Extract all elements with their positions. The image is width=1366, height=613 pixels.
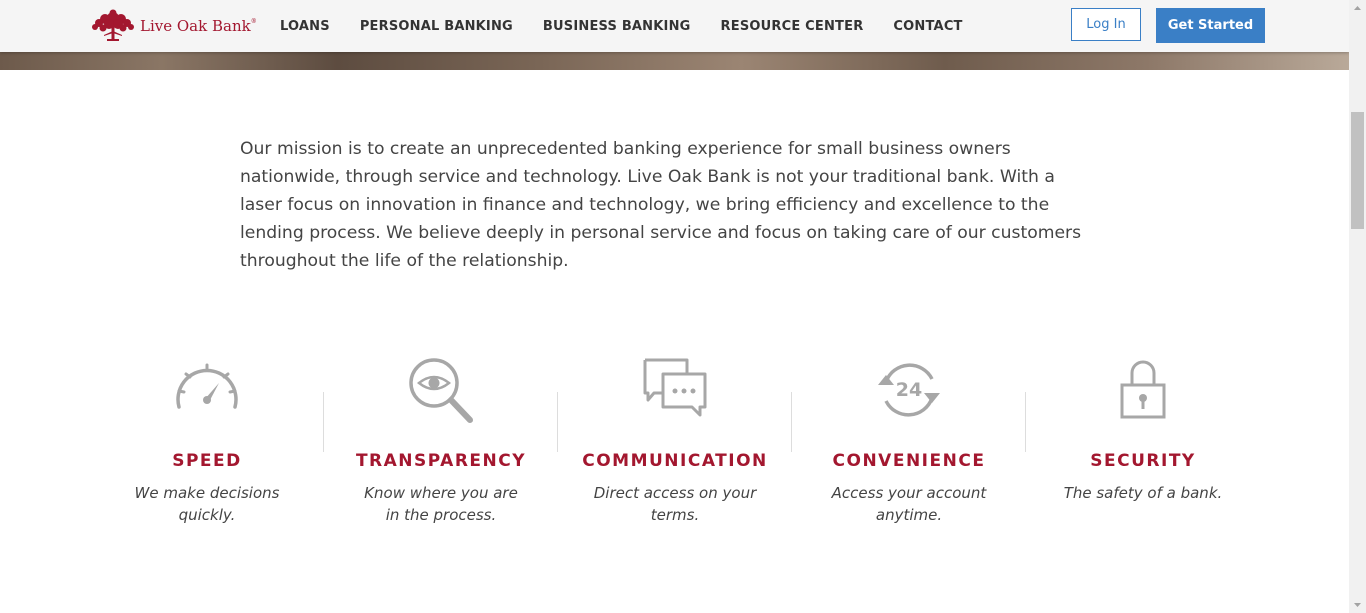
scroll-up-arrow-icon[interactable] bbox=[1349, 0, 1366, 17]
feature-desc: The safety of a bank. bbox=[1063, 484, 1223, 502]
feature-title: CONVENIENCE bbox=[832, 451, 986, 471]
nav-personal-banking[interactable]: PERSONAL BANKING bbox=[360, 19, 513, 34]
get-started-button[interactable]: Get Started bbox=[1156, 8, 1265, 43]
feature-title: SECURITY bbox=[1090, 451, 1196, 471]
feature-title: COMMUNICATION bbox=[582, 451, 768, 471]
feature-desc: Direct access on your terms. bbox=[593, 484, 757, 524]
feature-desc: Access your account anytime. bbox=[831, 484, 987, 524]
padlock-icon bbox=[1120, 360, 1166, 419]
page: Live Oak Bank® LOANS PERSONAL BANKING BU… bbox=[0, 0, 1349, 613]
feature-security: SECURITY The safety of a bank. bbox=[1026, 355, 1260, 535]
features-row: SPEED We make decisions quickly. TRANSPA… bbox=[90, 355, 1260, 535]
feature-title: TRANSPARENCY bbox=[355, 451, 527, 471]
vertical-scrollbar[interactable] bbox=[1349, 0, 1366, 613]
speedometer-icon bbox=[176, 363, 238, 409]
clock-24-icon: 24 bbox=[878, 363, 940, 417]
main-nav: LOANS PERSONAL BANKING BUSINESS BANKING … bbox=[280, 0, 993, 52]
logo-text: Live Oak Bank® bbox=[140, 16, 257, 35]
magnifier-eye-icon bbox=[409, 358, 473, 423]
feature-convenience: 24 CONVENIENCE Access your account anyti… bbox=[792, 355, 1026, 535]
feature-title: SPEED bbox=[172, 451, 242, 471]
site-header: Live Oak Bank® LOANS PERSONAL BANKING BU… bbox=[0, 0, 1349, 52]
logo[interactable]: Live Oak Bank® bbox=[90, 9, 257, 43]
feature-desc: We make decisions quickly. bbox=[134, 484, 280, 524]
nav-loans[interactable]: LOANS bbox=[280, 19, 330, 34]
scrollbar-thumb[interactable] bbox=[1351, 112, 1364, 229]
clock-label: 24 bbox=[896, 379, 922, 401]
oak-tree-icon bbox=[92, 9, 134, 41]
nav-contact[interactable]: CONTACT bbox=[893, 19, 962, 34]
feature-transparency: TRANSPARENCY Know where you are in the p… bbox=[324, 355, 558, 535]
login-button[interactable]: Log In bbox=[1071, 8, 1141, 41]
mission-statement: Our mission is to create an unprecedente… bbox=[240, 139, 1082, 271]
nav-resource-center[interactable]: RESOURCE CENTER bbox=[721, 19, 864, 34]
feature-desc: Know where you are in the process. bbox=[364, 484, 518, 524]
nav-business-banking[interactable]: BUSINESS BANKING bbox=[543, 19, 691, 34]
scroll-down-arrow-icon[interactable] bbox=[1349, 596, 1366, 613]
feature-communication: COMMUNICATION Direct access on your term… bbox=[558, 355, 792, 535]
chat-bubbles-icon bbox=[643, 358, 707, 417]
feature-speed: SPEED We make decisions quickly. bbox=[90, 355, 324, 535]
